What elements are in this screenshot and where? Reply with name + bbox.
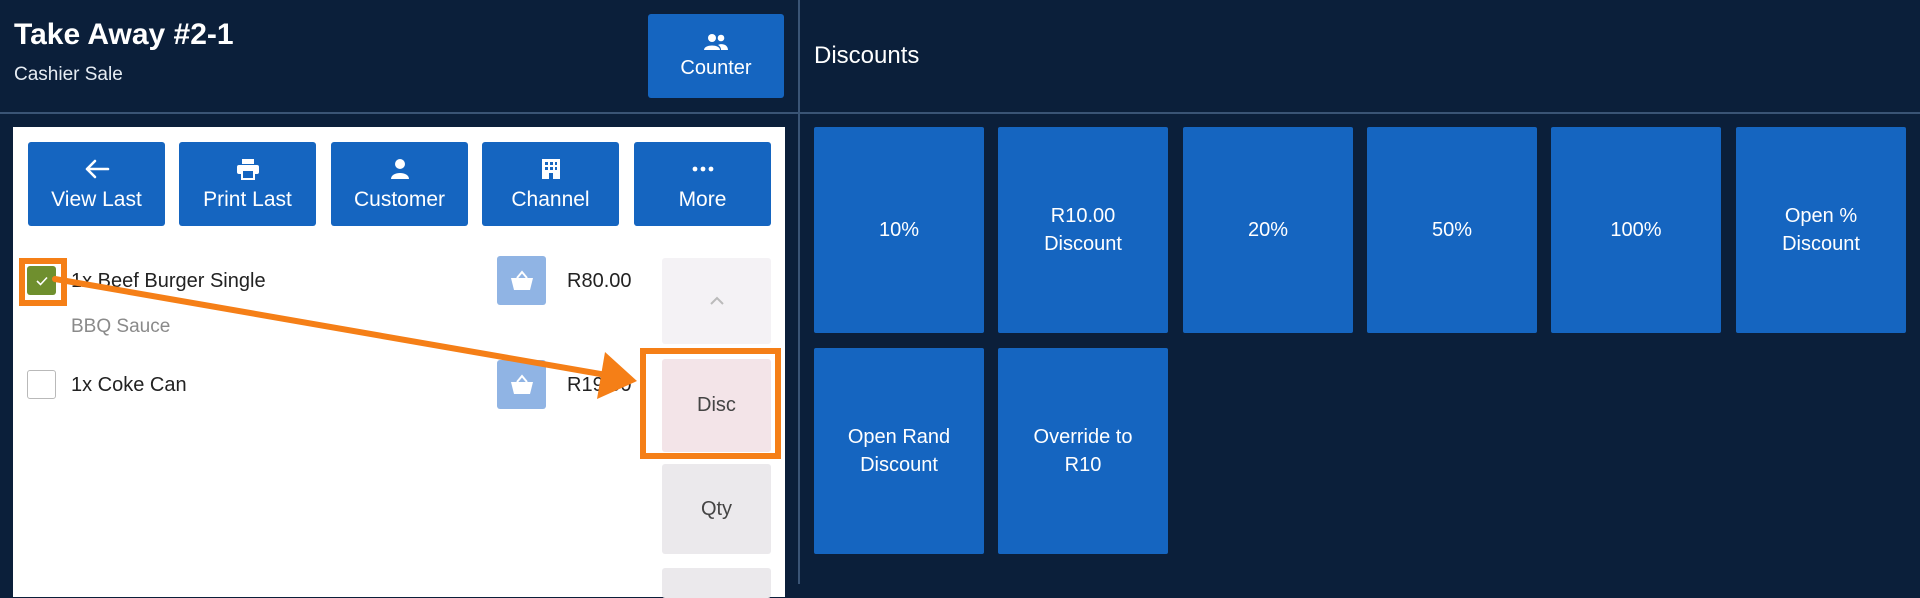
more-button[interactable]: More xyxy=(634,142,771,226)
scroll-up-button[interactable] xyxy=(662,258,771,344)
item-basket-button[interactable] xyxy=(497,360,546,409)
checkbox-highlight-box xyxy=(19,258,67,306)
dots-icon xyxy=(692,166,713,172)
customer-label: Customer xyxy=(353,188,446,211)
open-percent-discount-button[interactable]: Open % Discount xyxy=(1736,127,1906,333)
customer-button[interactable]: Customer xyxy=(331,142,468,226)
basket-icon xyxy=(510,373,533,394)
chevron-up-icon xyxy=(709,296,724,305)
people-icon xyxy=(704,33,728,50)
header-divider xyxy=(0,112,1920,114)
item-modifier: BBQ Sauce xyxy=(71,316,171,337)
item-price: R80.00 xyxy=(567,270,632,292)
disc-highlight-box xyxy=(640,348,781,459)
counter-button-label: Counter xyxy=(680,56,752,79)
open-rand-discount-button[interactable]: Open Rand Discount xyxy=(814,348,984,554)
item-name[interactable]: 1x Coke Can xyxy=(71,374,187,397)
panel-divider xyxy=(798,0,800,584)
item-basket-button[interactable] xyxy=(497,256,546,305)
more-label: More xyxy=(678,188,727,211)
discount-r10-button[interactable]: R10.00 Discount xyxy=(998,127,1168,333)
person-icon xyxy=(390,159,409,179)
item-name[interactable]: 1x Beef Burger Single xyxy=(71,270,266,293)
item-price: R19.00 xyxy=(567,374,632,396)
qty-button[interactable]: Qty xyxy=(662,464,771,554)
print-last-label: Print Last xyxy=(203,188,292,211)
counter-button[interactable]: Counter xyxy=(648,14,784,98)
discount-100-percent-button[interactable]: 100% xyxy=(1551,127,1721,333)
view-last-label: View Last xyxy=(51,188,142,211)
side-more-button[interactable] xyxy=(662,568,771,598)
print-last-button[interactable]: Print Last xyxy=(179,142,316,226)
channel-button[interactable]: Channel xyxy=(482,142,619,226)
channel-label: Channel xyxy=(511,188,590,211)
discounts-title: Discounts xyxy=(814,42,920,69)
discount-20-percent-button[interactable]: 20% xyxy=(1183,127,1353,333)
building-icon xyxy=(541,159,560,179)
view-last-button[interactable]: View Last xyxy=(28,142,165,226)
basket-icon xyxy=(510,269,533,290)
printer-icon xyxy=(236,159,259,180)
discount-10-percent-button[interactable]: 10% xyxy=(814,127,984,333)
order-subtitle: Cashier Sale xyxy=(14,64,123,85)
override-to-r10-button[interactable]: Override to R10 xyxy=(998,348,1168,554)
order-title: Take Away #2-1 xyxy=(14,18,234,51)
arrow-left-icon xyxy=(85,159,109,179)
discount-50-percent-button[interactable]: 50% xyxy=(1367,127,1537,333)
item-checkbox-coke-can[interactable] xyxy=(27,370,56,399)
